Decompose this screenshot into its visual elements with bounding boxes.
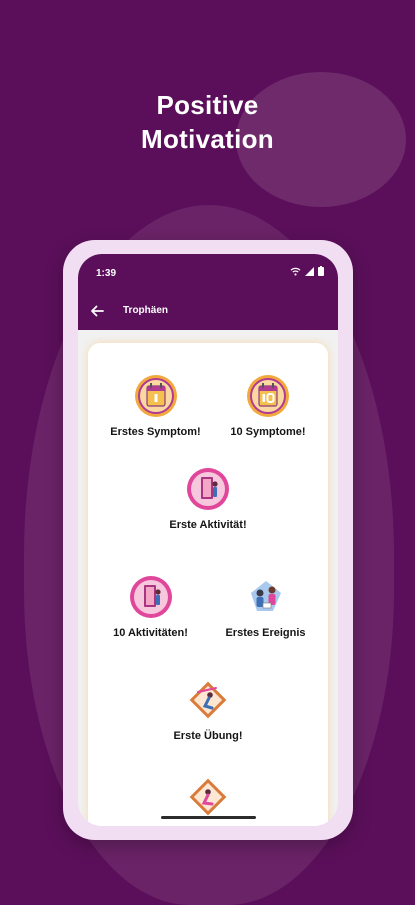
trophy-first-symptom[interactable]: Erstes Symptom! — [98, 374, 213, 438]
calendar-trophy-icon — [134, 375, 177, 417]
back-button[interactable] — [86, 301, 108, 321]
phone-frame: 1:39 Trophäen Erstes Symptom! 10 Symptom… — [63, 240, 353, 840]
trophy-label: 10 Symptome! — [230, 426, 306, 438]
headline-line-2: Motivation — [141, 124, 274, 154]
home-indicator — [161, 816, 256, 819]
toolbar: Trophäen — [78, 296, 338, 326]
arrow-left-icon — [91, 305, 104, 317]
trophy-first-event[interactable]: Erstes Ereignis — [208, 575, 323, 639]
trophy-exercise-locked[interactable] — [186, 775, 230, 819]
wifi-icon — [290, 267, 301, 276]
signal-icon — [305, 266, 314, 276]
exercise-diamond-icon — [189, 778, 227, 816]
battery-icon — [318, 266, 324, 276]
exercise-diamond-icon — [189, 681, 227, 719]
status-time: 1:39 — [96, 268, 117, 279]
trophy-ten-activities[interactable]: 10 Aktivitäten! — [93, 575, 208, 639]
calendar-10-trophy-icon — [247, 375, 289, 417]
phone-screen: 1:39 Trophäen Erstes Symptom! 10 Symptom… — [78, 254, 338, 826]
trophy-ten-symptoms[interactable]: 10 Symptome! — [213, 374, 323, 438]
trophy-label: Erste Übung! — [173, 730, 243, 742]
people-event-icon — [250, 581, 281, 611]
trophy-label: Erstes Symptom! — [110, 426, 201, 438]
status-bar: 1:39 — [78, 254, 338, 286]
trophy-label: Erstes Ereignis — [225, 627, 306, 639]
toolbar-title: Trophäen — [123, 305, 169, 316]
app-bar: 1:39 Trophäen — [78, 254, 338, 330]
activity-door-trophy-icon — [129, 576, 172, 618]
status-icons — [290, 266, 324, 276]
trophy-label: 10 Aktivitäten! — [113, 627, 188, 639]
trophy-label: Erste Aktivität! — [169, 519, 247, 531]
trophy-first-activity[interactable]: Erste Aktivität! — [148, 467, 268, 531]
headline-line-1: Positive — [156, 90, 259, 120]
activity-door-trophy-icon — [187, 468, 229, 510]
trophy-card: Erstes Symptom! 10 Symptome! Erste Aktiv… — [88, 343, 328, 826]
trophy-first-exercise[interactable]: Erste Übung! — [148, 678, 268, 742]
promo-headline: Positive Motivation — [0, 88, 415, 156]
